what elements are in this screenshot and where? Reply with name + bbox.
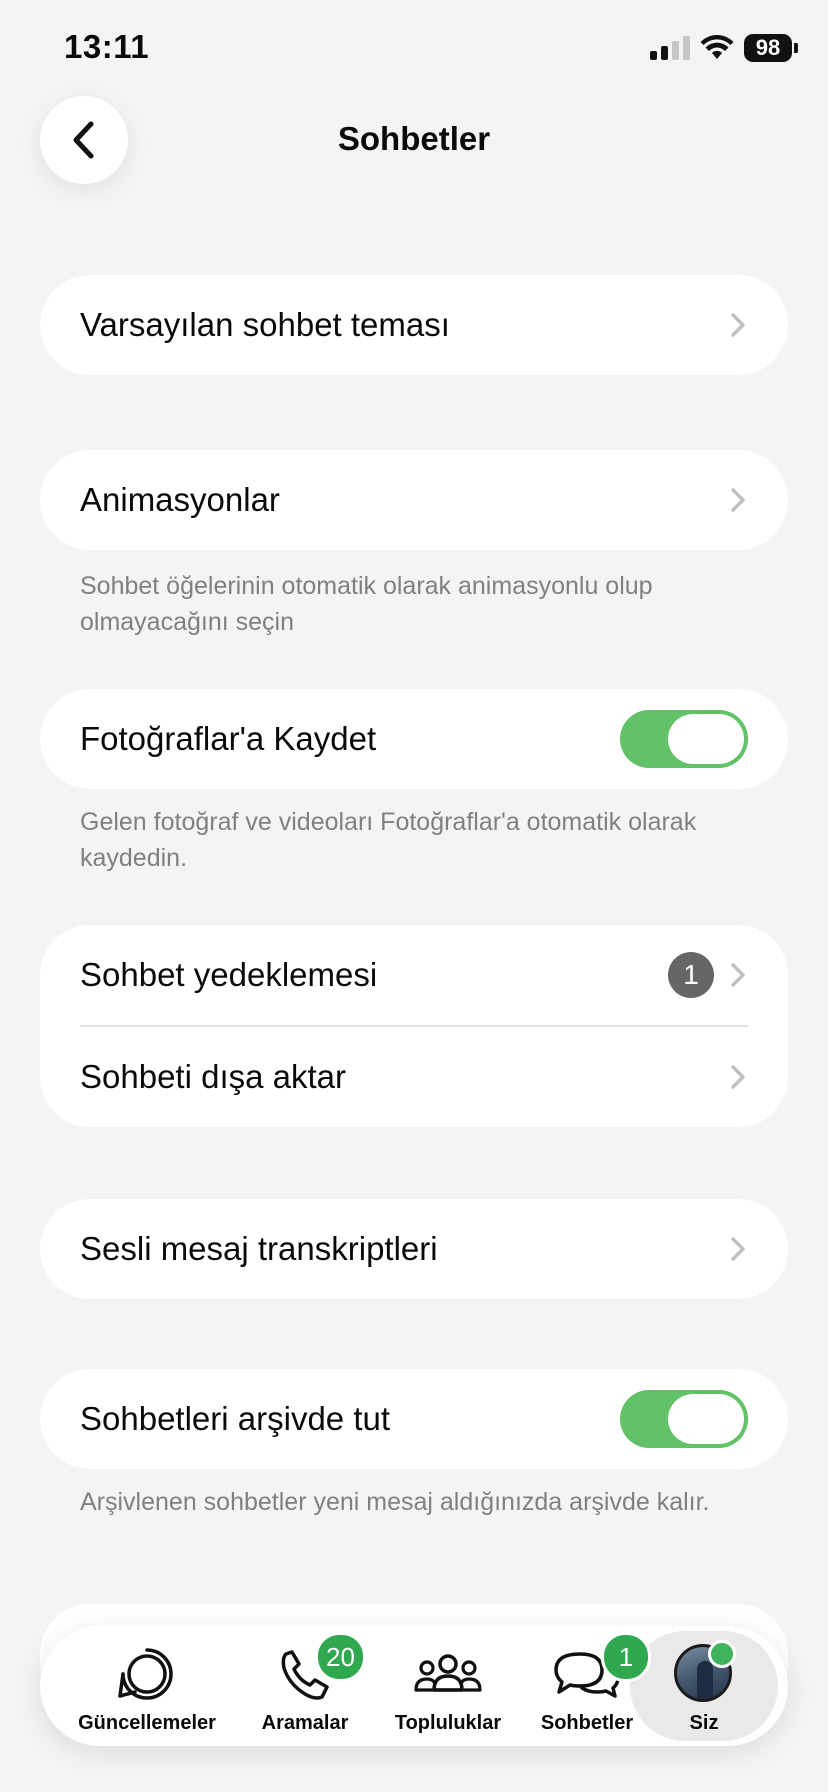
default-theme-card: Varsayılan sohbet teması — [40, 275, 788, 375]
tab-chats-label: Sohbetler — [540, 1712, 634, 1734]
status-dot — [708, 1640, 736, 1668]
animations-row[interactable]: Animasyonlar — [40, 450, 788, 550]
animations-card: Animasyonlar — [40, 450, 788, 550]
chevron-right-icon — [731, 1237, 745, 1261]
animations-note: Sohbet öğelerinin otomatik olarak animas… — [80, 572, 653, 636]
chevron-right-icon — [731, 1065, 745, 1089]
keep-archived-label: Sohbetleri arşivde tut — [80, 1400, 391, 1437]
tab-updates-label: Güncellemeler — [78, 1712, 216, 1734]
calls-badge: 20 — [315, 1632, 366, 1682]
keep-archived-row: Sohbetleri arşivde tut — [40, 1369, 788, 1469]
communities-icon — [414, 1644, 482, 1704]
save-to-photos-row: Fotoğraflar'a Kaydet — [40, 689, 788, 789]
tab-communities[interactable]: Topluluklar — [378, 1626, 518, 1746]
page-title: Sohbetler — [337, 120, 491, 157]
save-to-photos-label: Fotoğraflar'a Kaydet — [80, 720, 377, 757]
save-to-photos-toggle[interactable] — [620, 710, 748, 768]
wifi-icon — [700, 35, 734, 59]
save-to-photos-card: Fotoğraflar'a Kaydet — [40, 689, 788, 789]
chevron-right-icon — [731, 963, 745, 987]
phone-icon: 20 — [275, 1632, 366, 1704]
tab-bar: Güncellemeler 20 Aramalar Topluluklar 1 … — [40, 1626, 788, 1746]
default-theme-row[interactable]: Varsayılan sohbet teması — [40, 275, 788, 375]
voice-transcripts-card: Sesli mesaj transkriptleri — [40, 1199, 788, 1299]
animations-label: Animasyonlar — [80, 481, 280, 518]
status-time: 13:11 — [64, 28, 150, 65]
battery-icon: 98 — [744, 34, 798, 62]
voice-transcripts-label: Sesli mesaj transkriptleri — [80, 1230, 438, 1267]
cellular-signal-icon — [650, 36, 690, 60]
tab-calls-label: Aramalar — [261, 1712, 349, 1734]
chevron-right-icon — [731, 313, 745, 337]
save-to-photos-note: Gelen fotoğraf ve videoları Fotoğraflar'… — [80, 808, 697, 872]
backup-export-card: Sohbet yedeklemesi 1 Sohbeti dışa aktar — [40, 925, 788, 1127]
tab-calls[interactable]: 20 Aramalar — [250, 1626, 366, 1746]
tab-you-label: Siz — [689, 1712, 719, 1734]
chat-backup-badge: 1 — [668, 952, 714, 998]
chats-badge: 1 — [601, 1632, 651, 1682]
status-icons: 98 — [650, 34, 798, 62]
tab-chats[interactable]: 1 Sohbetler — [522, 1626, 652, 1746]
chat-backup-label: Sohbet yedeklemesi — [80, 956, 378, 993]
chevron-right-icon — [731, 488, 745, 512]
profile-avatar — [674, 1640, 736, 1704]
keep-archived-note: Arşivlenen sohbetler yeni mesaj aldığını… — [80, 1488, 710, 1516]
tab-communities-label: Topluluklar — [394, 1712, 502, 1734]
updates-icon — [117, 1644, 177, 1704]
keep-archived-toggle[interactable] — [620, 1390, 748, 1448]
keep-archived-card: Sohbetleri arşivde tut — [40, 1369, 788, 1469]
chats-icon: 1 — [554, 1632, 651, 1704]
voice-transcripts-row[interactable]: Sesli mesaj transkriptleri — [40, 1199, 788, 1299]
tab-you[interactable]: Siz — [662, 1626, 746, 1746]
default-theme-label: Varsayılan sohbet teması — [80, 306, 450, 343]
export-chat-row[interactable]: Sohbeti dışa aktar — [40, 1027, 788, 1127]
tab-updates[interactable]: Güncellemeler — [72, 1626, 222, 1746]
export-chat-label: Sohbeti dışa aktar — [80, 1058, 346, 1095]
chat-backup-row[interactable]: Sohbet yedeklemesi 1 — [40, 925, 788, 1025]
